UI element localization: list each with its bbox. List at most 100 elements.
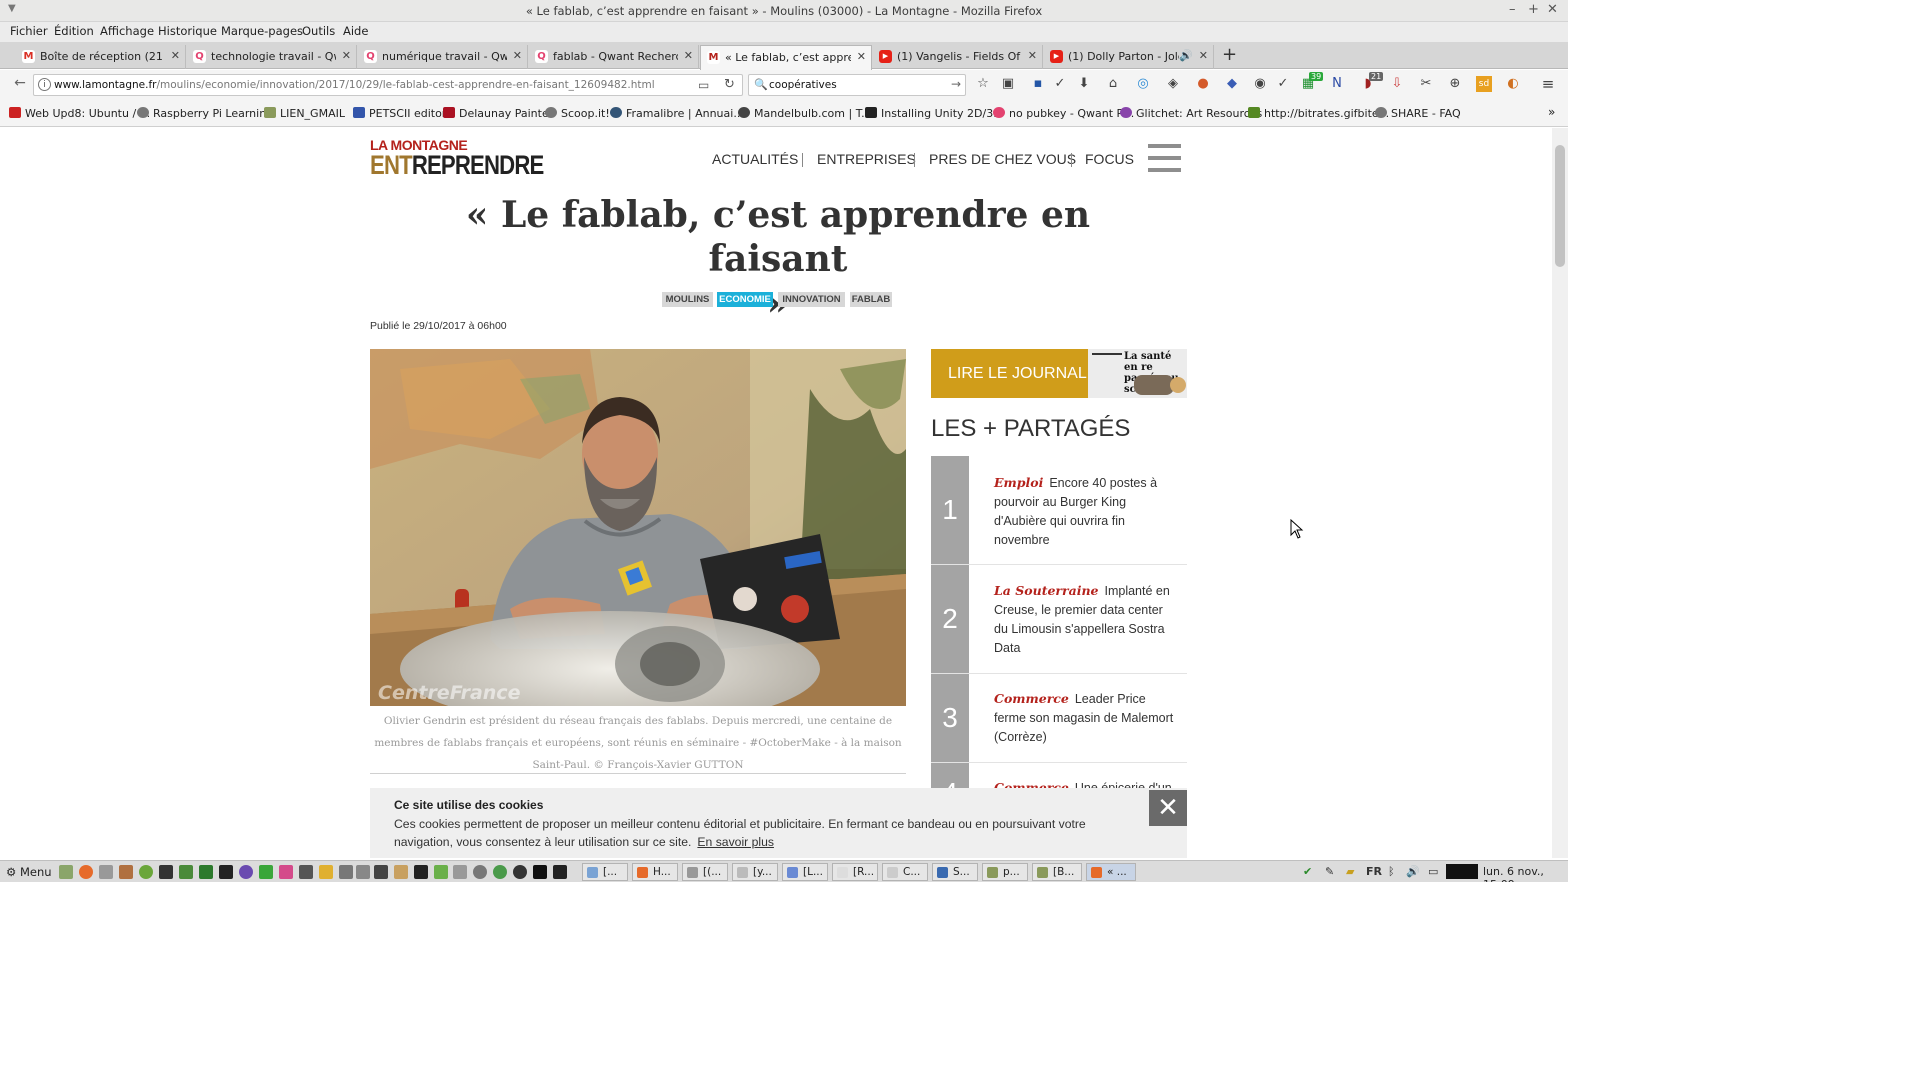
tab-qwant-numerique[interactable]: Q numérique travail - Qwant R ✕ xyxy=(358,45,528,69)
tab-close-icon[interactable]: ✕ xyxy=(1199,49,1208,62)
app-launcher-icon[interactable] xyxy=(299,865,313,879)
app-launcher-icon[interactable] xyxy=(513,865,527,879)
back-button[interactable]: ← xyxy=(9,75,31,95)
download-red-icon[interactable]: ⇩ xyxy=(1389,76,1405,92)
menu-historique[interactable]: Historique xyxy=(158,24,217,38)
nav-actualites[interactable]: ACTUALITÉS xyxy=(712,151,798,167)
taskbar-window[interactable]: [B... xyxy=(1032,863,1082,881)
most-shared-item-1[interactable]: 1 Emploi Encore 40 postes à pourvoir au B… xyxy=(931,456,1187,565)
nav-entreprises[interactable]: ENTREPRISES xyxy=(817,151,916,167)
bookmarks-overflow-icon[interactable]: » xyxy=(1548,105,1555,119)
tab-close-icon[interactable]: ✕ xyxy=(171,49,180,62)
app-launcher-icon[interactable] xyxy=(394,865,408,879)
menu-affichage[interactable]: Affichage xyxy=(100,24,154,38)
app-launcher-icon[interactable] xyxy=(374,865,388,879)
hamburger-menu-icon[interactable]: ≡ xyxy=(1540,76,1556,92)
folder-tray-icon[interactable]: ▰ xyxy=(1346,865,1354,878)
app-launcher-icon[interactable] xyxy=(319,865,333,879)
menu-aide[interactable]: Aide xyxy=(343,24,368,38)
search-go-icon[interactable]: → xyxy=(951,77,961,91)
tab-close-icon[interactable]: ✕ xyxy=(684,49,693,62)
tab-close-icon[interactable]: ✕ xyxy=(342,49,351,62)
cookie-learn-more-link[interactable]: En savoir plus xyxy=(697,835,774,849)
bookmark-item[interactable]: no pubkey - Qwant R... xyxy=(993,107,1134,120)
bookmark-item[interactable]: Web Upd8: Ubuntu / ... xyxy=(9,107,150,120)
battery-icon[interactable]: ▭ xyxy=(1428,865,1438,878)
bookmark-item[interactable]: Installing Unity 2D/3... xyxy=(865,107,1004,120)
app-launcher-icon[interactable] xyxy=(159,865,173,879)
tab-qwant-fablab[interactable]: Q fablab - Qwant Recherche ✕ xyxy=(529,45,699,69)
tab-lamontagne-active[interactable]: M « Le fablab, c’est apprendre ✕ xyxy=(700,45,872,70)
most-shared-item-2[interactable]: 2 La Souterraine Implanté en Creuse, le p… xyxy=(931,565,1187,674)
bookmark-item[interactable]: SHARE - FAQ xyxy=(1375,107,1461,120)
pen-tray-icon[interactable]: ✎ xyxy=(1325,865,1334,878)
tag-economie[interactable]: ECONOMIE xyxy=(717,292,773,307)
extension-swirl-icon[interactable]: ◎ xyxy=(1135,76,1151,92)
taskbar-window[interactable]: C... xyxy=(882,863,928,881)
sd-extension-icon[interactable]: sd xyxy=(1476,76,1492,92)
tab-qwant-technologie[interactable]: Q technologie travail - Qwant ✕ xyxy=(187,45,357,69)
tag-innovation[interactable]: INNOVATION xyxy=(778,292,845,307)
download-icon[interactable]: ⬇ xyxy=(1076,76,1092,92)
taskbar-window[interactable]: S... xyxy=(932,863,978,881)
site-menu-icon[interactable] xyxy=(1148,144,1181,174)
minimize-button[interactable]: – xyxy=(1509,2,1516,17)
terminal-launcher-icon[interactable] xyxy=(414,865,428,879)
maximize-button[interactable]: + xyxy=(1528,2,1539,17)
nav-focus[interactable]: FOCUS xyxy=(1085,151,1134,167)
app-launcher-icon[interactable] xyxy=(356,865,370,879)
bookmark-item[interactable]: Delaunay Painter xyxy=(443,107,553,120)
app-launcher-icon[interactable] xyxy=(339,865,353,879)
bookmark-item[interactable]: Framalibre | Annuai... xyxy=(610,107,744,120)
taskbar-window[interactable]: [(... xyxy=(682,863,728,881)
firefox-launcher-icon[interactable] xyxy=(79,865,93,879)
files-launcher-icon[interactable] xyxy=(59,865,73,879)
tab-close-icon[interactable]: ✕ xyxy=(1028,49,1037,62)
bookmark-item[interactable]: PETSCII editor xyxy=(353,107,446,120)
tab-close-icon[interactable]: ✕ xyxy=(513,49,522,62)
tag-fablab[interactable]: FABLAB xyxy=(850,292,892,307)
extension-orange-icon[interactable]: ◐ xyxy=(1505,76,1521,92)
tab-youtube-vangelis[interactable]: ▶ (1) Vangelis - Fields Of Cora ✕ xyxy=(873,45,1043,69)
info-icon[interactable]: i xyxy=(38,78,51,91)
bookmark-item[interactable]: Glitchet: Art Resources xyxy=(1120,107,1262,120)
bluetooth-icon[interactable]: ᛒ xyxy=(1388,865,1395,878)
pocket-check-icon[interactable]: ✓ xyxy=(1052,76,1068,92)
bookmark-item[interactable]: http://bitrates.gifbite... xyxy=(1248,107,1389,120)
app-launcher-icon[interactable] xyxy=(199,865,213,879)
volume-icon[interactable]: 🔊 xyxy=(1406,865,1420,878)
taskbar-window[interactable]: H... xyxy=(632,863,678,881)
check-extension-icon[interactable]: ✓ xyxy=(1275,76,1291,92)
taskbar-window[interactable]: [R... xyxy=(832,863,878,881)
app-launcher-icon[interactable] xyxy=(453,865,467,879)
clock[interactable]: lun. 6 nov., 15:09 xyxy=(1483,865,1568,882)
app-launcher-icon[interactable] xyxy=(259,865,273,879)
crosshair-icon[interactable]: ⊕ xyxy=(1447,76,1463,92)
home-icon[interactable]: ⌂ xyxy=(1105,76,1121,92)
rank-text[interactable]: La Souterraine Implanté en Creuse, le pre… xyxy=(994,581,1179,658)
menu-fichier[interactable]: Fichier xyxy=(10,24,48,38)
tab-close-icon[interactable]: ✕ xyxy=(857,50,866,63)
color-picker-icon[interactable]: ● xyxy=(1195,76,1211,92)
app-launcher-icon[interactable] xyxy=(473,865,487,879)
app-launcher-icon[interactable] xyxy=(434,865,448,879)
nav-pres-de-chez-vous[interactable]: PRES DE CHEZ VOUS xyxy=(929,151,1076,167)
article-photo[interactable]: CentreFrance xyxy=(370,349,906,706)
most-shared-item-3[interactable]: 3 Commerce Leader Price ferme son magasin… xyxy=(931,674,1187,763)
clipboard-icon[interactable]: ▣ xyxy=(1000,76,1016,92)
app-launcher-icon[interactable] xyxy=(179,865,193,879)
cookie-close-button[interactable]: ✕ xyxy=(1149,790,1187,826)
bookmark-item[interactable]: Scoop.it! xyxy=(545,107,610,120)
screenshot-icon[interactable]: ✂ xyxy=(1418,76,1434,92)
network-graph-icon[interactable] xyxy=(1446,864,1478,879)
bookmark-star-icon[interactable]: ☆ xyxy=(975,76,991,92)
start-menu-button[interactable]: ⚙ Menu xyxy=(6,865,52,879)
menu-edition[interactable]: Édition xyxy=(54,24,94,38)
menu-outils[interactable]: Outils xyxy=(302,24,335,38)
tab-gmail[interactable]: M Boîte de réception (21 994) ✕ xyxy=(16,45,186,69)
bookmark-item[interactable]: Mandelbulb.com | T... xyxy=(738,107,872,120)
app-launcher-icon[interactable] xyxy=(239,865,253,879)
tag-moulins[interactable]: MOULINS xyxy=(662,292,713,307)
taskbar-window-firefox-active[interactable]: « ... xyxy=(1086,863,1136,881)
app-launcher-icon[interactable] xyxy=(493,865,507,879)
